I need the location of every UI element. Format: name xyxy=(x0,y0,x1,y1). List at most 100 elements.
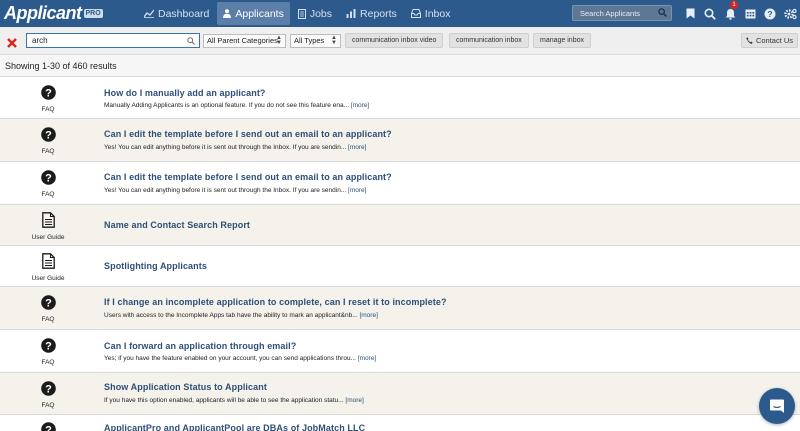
list-item[interactable]: ? FAQ Can I forward an application throu… xyxy=(0,330,800,373)
result-title-link[interactable]: How do I manually add an applicant? xyxy=(104,88,266,98)
more-link[interactable]: [more] xyxy=(358,355,376,362)
result-title-link[interactable]: ApplicantPro and ApplicantPool are DBAs … xyxy=(104,423,365,431)
svg-text:?: ? xyxy=(45,172,52,184)
bell-icon[interactable]: 1 xyxy=(720,0,740,27)
result-type: ? FAQ xyxy=(22,127,74,155)
result-snippet-text: Users with access to the Incomplete Apps… xyxy=(104,312,358,319)
result-type-label: User Guide xyxy=(31,234,65,241)
result-snippet-text: Yes; if you have the feature enabled on … xyxy=(104,355,356,362)
svg-text:?: ? xyxy=(767,9,772,19)
result-title-link[interactable]: Spotlighting Applicants xyxy=(104,261,207,271)
document-icon xyxy=(41,212,55,228)
type-select-value: All Types xyxy=(294,36,325,45)
result-type-label: FAQ xyxy=(41,191,55,198)
result-snippet-text: If you have this option enabled, applica… xyxy=(104,397,344,404)
result-title-link[interactable]: Name and Contact Search Report xyxy=(104,220,250,230)
svg-text:?: ? xyxy=(45,87,52,99)
more-link[interactable]: [more] xyxy=(351,102,369,109)
question-icon: ? xyxy=(40,170,56,185)
app-logo[interactable]: Applicant PRO xyxy=(0,0,130,27)
svg-text:?: ? xyxy=(45,297,52,309)
document-icon xyxy=(297,8,306,19)
result-type-label: FAQ xyxy=(41,359,55,366)
tab-reports[interactable]: Reports xyxy=(340,2,403,25)
clear-search-icon[interactable] xyxy=(7,35,17,53)
search-icon[interactable] xyxy=(700,0,720,27)
list-item[interactable]: ? FAQ Show Application Status to Applica… xyxy=(0,373,800,415)
more-link[interactable]: [more] xyxy=(359,312,377,319)
person-icon xyxy=(223,9,232,18)
suggestion-chip[interactable]: manage inbox xyxy=(533,33,591,48)
result-snippet: Yes; if you have the feature enabled on … xyxy=(104,355,376,362)
applicant-search-input[interactable]: Search Applicants xyxy=(572,5,672,21)
more-link[interactable]: [more] xyxy=(348,187,366,194)
nav-tabs: Dashboard Applicants Jobs Reports Inbox xyxy=(138,0,458,27)
question-icon: ? xyxy=(40,127,56,142)
contact-us-button[interactable]: Contact Us xyxy=(741,33,798,48)
gear-icon[interactable] xyxy=(780,0,800,27)
list-item[interactable]: ? FAQ How do I manually add an applicant… xyxy=(0,77,800,119)
more-link[interactable]: [more] xyxy=(345,397,363,404)
result-title-link[interactable]: Can I forward an application through ema… xyxy=(104,341,296,351)
tab-jobs[interactable]: Jobs xyxy=(292,2,338,25)
kb-search-input[interactable]: arch xyxy=(26,33,200,48)
notification-badge: 1 xyxy=(730,1,738,9)
question-icon: ? xyxy=(40,422,56,431)
search-icon[interactable] xyxy=(187,36,195,49)
bar-chart-icon xyxy=(346,9,356,18)
result-type: ? FAQ xyxy=(22,338,74,366)
suggestion-chip[interactable]: communication inbox video xyxy=(345,33,444,48)
inbox-icon xyxy=(410,9,421,18)
list-item[interactable]: User Guide Name and Contact Search Repor… xyxy=(0,205,800,246)
nav-icon-group: 1 ? xyxy=(680,0,800,27)
question-icon: ? xyxy=(40,295,56,310)
results-list: ? FAQ How do I manually add an applicant… xyxy=(0,77,800,431)
tab-applicants-label: Applicants xyxy=(235,7,284,20)
kb-search-value: arch xyxy=(32,36,48,45)
tab-applicants[interactable]: Applicants xyxy=(217,2,290,25)
result-type-label: FAQ xyxy=(41,316,55,323)
result-title-link[interactable]: Show Application Status to Applicant xyxy=(104,382,267,392)
category-select[interactable]: All Parent Categories ▲ ▼ xyxy=(203,34,286,48)
svg-text:?: ? xyxy=(45,383,52,395)
list-item[interactable]: ? FAQ If I change an incomplete applicat… xyxy=(0,287,800,330)
logo-text: Applicant xyxy=(4,3,82,23)
bookmark-icon[interactable] xyxy=(680,0,700,27)
result-type-label: FAQ xyxy=(41,106,55,113)
list-item[interactable]: ? ApplicantPro and ApplicantPool are DBA… xyxy=(0,415,800,431)
suggestion-chip[interactable]: communication inbox xyxy=(449,33,529,48)
select-arrows-icon: ▲ ▼ xyxy=(331,35,337,46)
result-type: User Guide xyxy=(22,253,74,282)
tab-inbox[interactable]: Inbox xyxy=(405,2,457,25)
question-icon: ? xyxy=(40,338,56,353)
list-item[interactable]: ? FAQ Can I edit the template before I s… xyxy=(0,119,800,162)
result-type: ? FAQ xyxy=(22,295,74,323)
result-snippet: Users with access to the Incomplete Apps… xyxy=(104,312,378,319)
result-title-link[interactable]: Can I edit the template before I send ou… xyxy=(104,129,392,139)
chat-icon xyxy=(770,399,784,413)
result-snippet: Yes! You can edit anything before it is … xyxy=(104,187,366,194)
result-snippet-text: Yes! You can edit anything before it is … xyxy=(104,187,347,194)
result-title-link[interactable]: Can I edit the template before I send ou… xyxy=(104,172,392,182)
more-link[interactable]: [more] xyxy=(348,144,366,151)
svg-text:?: ? xyxy=(45,424,52,431)
result-type: ? FAQ xyxy=(22,381,74,409)
chat-launcher-button[interactable] xyxy=(759,388,795,424)
result-snippet-text: Yes! You can edit anything before it is … xyxy=(104,144,347,151)
result-title-link[interactable]: If I change an incomplete application to… xyxy=(104,297,447,307)
svg-text:?: ? xyxy=(45,129,52,141)
category-select-value: All Parent Categories xyxy=(207,36,278,45)
result-snippet-text: Manually Adding Applicants is an optiona… xyxy=(104,102,349,109)
results-summary: Showing 1-30 of 460 results xyxy=(0,55,800,77)
list-item[interactable]: User Guide Spotlighting Applicants xyxy=(0,246,800,287)
tab-reports-label: Reports xyxy=(360,7,397,20)
calendar-icon[interactable] xyxy=(740,0,760,27)
tab-dashboard[interactable]: Dashboard xyxy=(138,2,215,25)
applicant-search-placeholder: Search Applicants xyxy=(580,8,641,18)
help-icon[interactable]: ? xyxy=(760,0,780,27)
top-nav: Applicant PRO Dashboard Applicants Jobs … xyxy=(0,0,800,27)
list-item[interactable]: ? FAQ Can I edit the template before I s… xyxy=(0,162,800,205)
type-select[interactable]: All Types ▲ ▼ xyxy=(290,34,341,48)
svg-text:?: ? xyxy=(45,340,52,352)
search-icon[interactable] xyxy=(658,8,667,19)
